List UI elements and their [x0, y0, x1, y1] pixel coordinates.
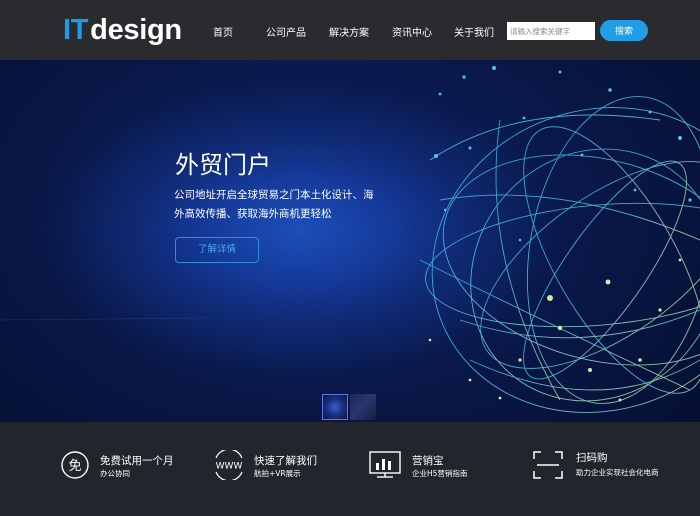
nav-item-home[interactable]: 首页: [213, 24, 233, 39]
globe-www-icon: WWW: [215, 450, 243, 480]
free-trial-icon: 免: [61, 451, 89, 479]
site-header: ITdesign 首页 公司产品 解决方案 资讯中心 关于我们 搜索: [0, 0, 700, 60]
feature-subtitle: 助力企业实现社会化电商: [576, 468, 659, 477]
feature-title: 免费试用一个月: [100, 455, 174, 467]
nav-item-products[interactable]: 公司产品: [266, 24, 306, 39]
logo[interactable]: ITdesign: [63, 13, 182, 47]
feature-title: 扫码购: [576, 452, 608, 464]
chart-monitor-icon: [369, 451, 401, 478]
nav-item-news[interactable]: 资讯中心: [392, 24, 432, 39]
free-trial-icon-text: 免: [68, 459, 81, 474]
feature-about-us[interactable]: WWW 快速了解我们 航拍+VR展示: [212, 422, 332, 516]
feature-title: 营销宝: [412, 455, 444, 467]
feature-bar: 免 免费试用一个月 办公协同 WWW 快速了解我们 航拍+VR展示 营销宝 企业…: [0, 422, 700, 516]
nav-item-about[interactable]: 关于我们: [454, 24, 494, 39]
banner-title: 外贸门户: [175, 151, 271, 179]
search-input[interactable]: [507, 22, 595, 40]
feature-title: 快速了解我们: [254, 455, 317, 467]
banner-description: 公司地址开启全球贸易之门本土化设计、海外高效传播、获取海外商机更轻松: [174, 189, 374, 220]
feature-subtitle: 航拍+VR展示: [254, 469, 301, 478]
network-globe-graphic: [0, 66, 700, 413]
qr-scan-icon: [533, 451, 563, 479]
feature-free-trial[interactable]: 免 免费试用一个月 办公协同: [60, 422, 180, 516]
www-icon-text: WWW: [216, 462, 243, 472]
nav-item-solutions[interactable]: 解决方案: [329, 24, 369, 39]
logo-it: IT: [63, 14, 89, 46]
feature-subtitle: 办公协同: [100, 469, 130, 478]
learn-more-button[interactable]: 了解详情: [175, 237, 259, 263]
feature-marketing[interactable]: 营销宝 企业H5营销指南: [368, 422, 488, 516]
feature-subtitle: 企业H5营销指南: [412, 469, 468, 478]
hero-banner: 外贸门户 公司地址开启全球贸易之门本土化设计、海外高效传播、获取海外商机更轻松 …: [0, 60, 700, 422]
slide-thumbnail-1[interactable]: [322, 394, 348, 420]
slide-thumbnail-2[interactable]: [350, 394, 376, 420]
logo-design: design: [90, 14, 182, 46]
feature-scan-buy[interactable]: 扫码购 助力企业实现社会化电商: [532, 422, 672, 516]
search-button[interactable]: 搜索: [600, 20, 648, 41]
